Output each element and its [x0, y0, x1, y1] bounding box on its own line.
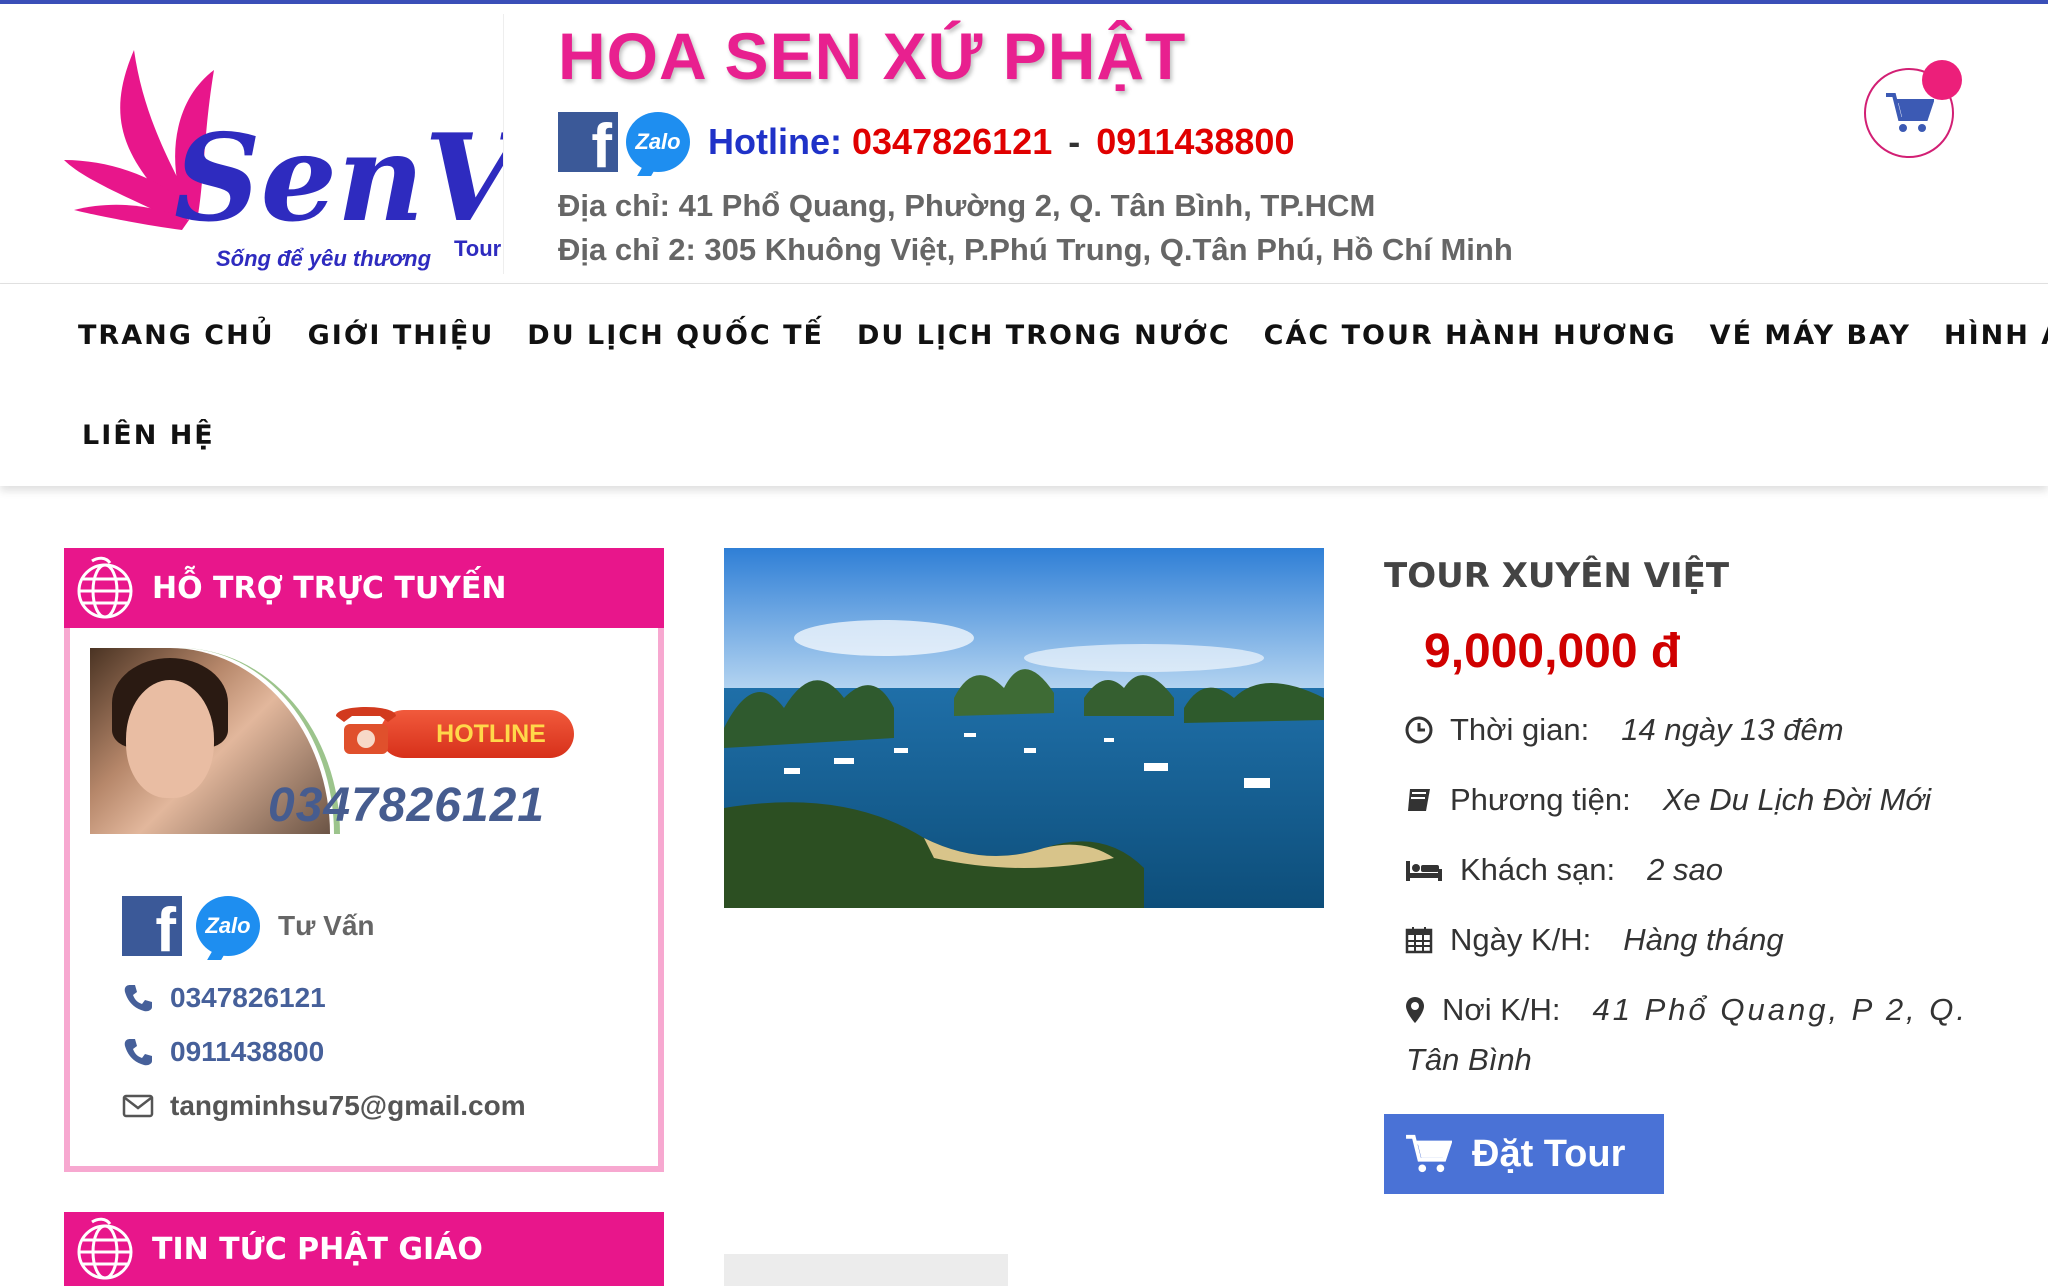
- hotline-number-2[interactable]: 0911438800: [1096, 121, 1294, 162]
- nav-du-lich-trong-nuoc[interactable]: DU LỊCH TRONG NƯỚC: [857, 320, 1231, 351]
- site-title: HOA SEN XỨ PHẬT: [558, 19, 1187, 93]
- support-widget-header: HỖ TRỢ TRỰC TUYẾN: [64, 548, 664, 628]
- tour-price: 9,000,000 đ: [1424, 625, 1681, 678]
- description-tab[interactable]: [724, 1254, 1008, 1286]
- main-navigation: TRANG CHỦ GIỚI THIỆU DU LỊCH QUỐC TẾ DU …: [0, 284, 2048, 486]
- envelope-icon: [122, 1094, 154, 1118]
- phone-icon: [124, 985, 152, 1012]
- telephone-icon: [336, 707, 396, 754]
- nav-ve-may-bay[interactable]: VÉ MÁY BAY: [1710, 320, 1911, 351]
- globe-icon: [77, 1217, 133, 1280]
- tour-departure-place-continued: Tân Bình: [1406, 1042, 1532, 1077]
- banner-hotline-number: 0347826121: [268, 779, 545, 832]
- address-2: Địa chỉ 2: 305 Khuông Việt, P.Phú Trung,…: [558, 232, 1513, 267]
- tour-name: TOUR XUYÊN VIỆT: [1384, 556, 1730, 596]
- tour-duration: Thời gian: 14 ngày 13 đêm: [1404, 712, 1844, 748]
- svg-text:Sống để yêu thương: Sống để yêu thương: [216, 246, 432, 271]
- svg-text:Tour: Tour: [454, 236, 502, 261]
- news-widget-header: TIN TỨC PHẬT GIÁO: [64, 1212, 664, 1286]
- contact-phone-2[interactable]: 0911438800: [122, 1036, 324, 1068]
- tour-departure-place: Nơi K/H: 41 Phổ Quang, P 2, Q.: [1404, 992, 1968, 1028]
- hotline-label: Hotline:: [708, 121, 842, 162]
- nav-hinh-anh[interactable]: HÌNH ẢNH: [1944, 320, 2048, 351]
- cart-icon: [1406, 1134, 1452, 1173]
- nav-du-lich-quoc-te[interactable]: DU LỊCH QUỐC TẾ: [527, 320, 824, 351]
- calendar-icon: [1405, 927, 1433, 954]
- svg-text:SenViet: SenViet: [174, 108, 504, 249]
- zalo-icon[interactable]: Zalo: [196, 896, 260, 956]
- facebook-icon[interactable]: f: [122, 896, 182, 962]
- tour-hotel: Khách sạn: 2 sao: [1404, 852, 1723, 888]
- contact-email[interactable]: tangminhsu75@gmail.com: [122, 1090, 526, 1122]
- cart-count-badge: [1922, 60, 1962, 100]
- senviet-logo[interactable]: SenViet Tour Sống để yêu thương: [64, 10, 504, 276]
- phone-icon: [124, 1039, 152, 1066]
- support-widget: HOTLINE 0347826121 f Zalo Tư Vấn 0347826…: [64, 628, 664, 1172]
- hotline-number-1[interactable]: 0347826121: [852, 121, 1052, 162]
- tour-photo-ha-long-bay[interactable]: [724, 548, 1324, 908]
- map-pin-icon: [1406, 997, 1424, 1023]
- tour-transport: Phương tiện: Xe Du Lịch Đời Mới: [1404, 782, 1931, 818]
- nav-gioi-thieu[interactable]: GIỚI THIỆU: [308, 320, 495, 351]
- contact-phone-1[interactable]: 0347826121: [122, 982, 326, 1014]
- address-1: Địa chỉ: 41 Phổ Quang, Phường 2, Q. Tân …: [558, 188, 1376, 223]
- support-widget-title: HỖ TRỢ TRỰC TUYẾN: [152, 570, 507, 606]
- consult-label: Tư Vấn: [278, 910, 375, 941]
- globe-icon: [77, 556, 133, 619]
- hotline-banner[interactable]: HOTLINE 0347826121: [90, 648, 610, 838]
- clock-icon: [1405, 716, 1433, 744]
- cart-icon: [1886, 93, 1934, 132]
- nav-cac-tour-hanh-huong[interactable]: CÁC TOUR HÀNH HƯƠNG: [1264, 320, 1677, 351]
- news-widget-title: TIN TỨC PHẬT GIÁO: [152, 1231, 483, 1267]
- nav-lien-he[interactable]: LIÊN HỆ: [82, 420, 215, 451]
- book-icon: [1408, 789, 1430, 811]
- book-tour-button[interactable]: Đặt Tour: [1384, 1114, 1664, 1194]
- header-contact-row: f Zalo Hotline: 0347826121 - 0911438800: [558, 110, 1294, 178]
- hotline-badge: HOTLINE: [380, 710, 574, 758]
- facebook-icon[interactable]: f: [558, 112, 618, 178]
- nav-trang-chu[interactable]: TRANG CHỦ: [78, 320, 275, 351]
- bed-icon: [1406, 861, 1442, 881]
- logo-divider: [503, 14, 504, 274]
- book-tour-label: Đặt Tour: [1472, 1132, 1626, 1175]
- hotline-separator: -: [1068, 121, 1081, 162]
- consult-row: f Zalo Tư Vấn: [122, 896, 375, 962]
- site-header: SenViet Tour Sống để yêu thương HOA SEN …: [0, 4, 2048, 284]
- hotline: Hotline: 0347826121 - 0911438800: [708, 121, 1294, 163]
- zalo-icon[interactable]: Zalo: [626, 112, 690, 172]
- tour-departure-date: Ngày K/H: Hàng tháng: [1404, 922, 1784, 958]
